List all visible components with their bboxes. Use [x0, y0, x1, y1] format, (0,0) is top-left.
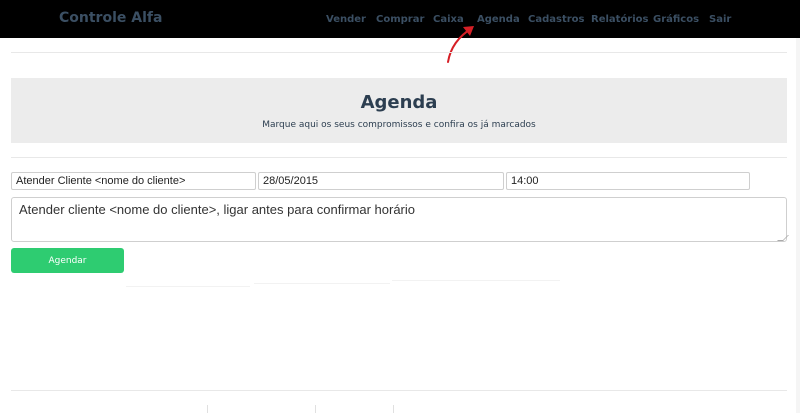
- nav-item-comprar[interactable]: Comprar: [376, 14, 424, 25]
- divider: [254, 283, 390, 284]
- table-column-divider: [207, 405, 208, 413]
- schedule-button[interactable]: Agendar: [11, 248, 124, 273]
- navbar: Controle Alfa Vender Comprar Caixa Agend…: [0, 0, 800, 38]
- page-title: Agenda: [360, 92, 438, 113]
- nav-item-cadastros[interactable]: Cadastros: [528, 14, 584, 25]
- nav-item-graficos[interactable]: Gráficos: [653, 14, 699, 25]
- table-column-divider: [315, 405, 316, 413]
- nav-item-vender[interactable]: Vender: [326, 14, 366, 25]
- jumbotron: Agenda Marque aqui os seus compromissos …: [11, 78, 787, 143]
- brand-logo[interactable]: Controle Alfa: [59, 10, 162, 26]
- divider: [11, 157, 787, 158]
- page-subtitle: Marque aqui os seus compromissos e confi…: [262, 120, 536, 130]
- appointment-title-input[interactable]: [11, 172, 256, 190]
- divider: [126, 286, 250, 287]
- table-column-divider: [393, 405, 394, 413]
- divider: [11, 52, 787, 53]
- appointment-date-input[interactable]: [258, 172, 504, 190]
- divider: [11, 390, 787, 391]
- scrollbar[interactable]: [796, 38, 800, 413]
- nav-item-relatorios[interactable]: Relatórios: [591, 14, 649, 25]
- divider: [392, 280, 560, 281]
- appointment-description-textarea[interactable]: Atender cliente <nome do cliente>, ligar…: [11, 197, 787, 242]
- nav-item-sair[interactable]: Sair: [709, 14, 731, 25]
- red-arrow-icon: [447, 26, 474, 63]
- nav-item-agenda[interactable]: Agenda: [477, 14, 520, 25]
- appointment-time-input[interactable]: [506, 172, 750, 190]
